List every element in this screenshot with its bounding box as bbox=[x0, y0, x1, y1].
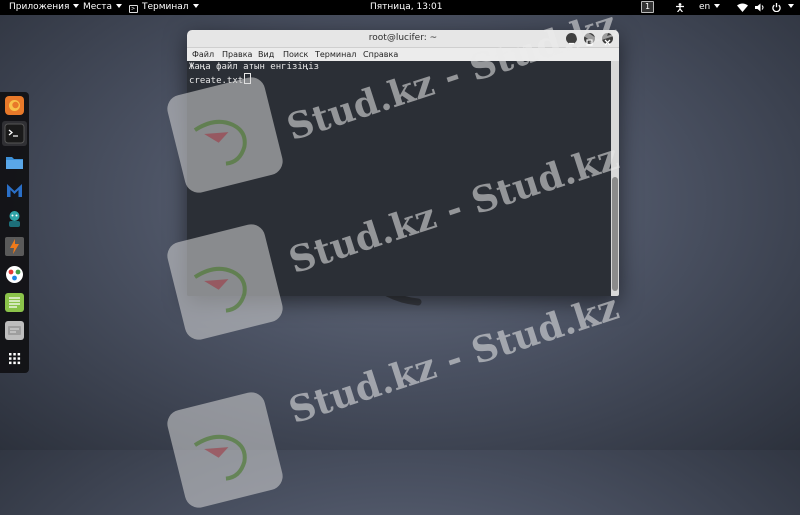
text-cursor bbox=[244, 73, 252, 84]
firefox-icon bbox=[5, 96, 24, 115]
maximize-icon bbox=[586, 39, 593, 46]
language-menu[interactable]: en bbox=[699, 0, 721, 15]
dock-item-metasploit[interactable] bbox=[5, 209, 24, 228]
scrollbar-thumb[interactable] bbox=[612, 177, 618, 291]
burpsuite-icon bbox=[5, 237, 24, 256]
minimize-button[interactable] bbox=[566, 33, 577, 45]
chevron-down-icon bbox=[116, 4, 123, 8]
terminal-icon: > bbox=[129, 5, 138, 13]
language-label: en bbox=[699, 2, 711, 12]
show-applications-icon bbox=[9, 353, 21, 365]
cherrytree-icon bbox=[5, 321, 24, 340]
places-menu[interactable]: Места bbox=[83, 0, 123, 15]
system-menu-chevron[interactable] bbox=[784, 0, 794, 15]
terminal-line: Жаңа файл атын енгізіңіз bbox=[189, 62, 320, 72]
accessibility-icon[interactable] bbox=[675, 3, 685, 18]
menu-search[interactable]: Поиск bbox=[283, 48, 308, 61]
dock bbox=[0, 92, 29, 373]
clock-label: Пятница, 13:01 bbox=[370, 2, 443, 12]
menu-view[interactable]: Вид bbox=[258, 48, 274, 61]
show-applications-button[interactable] bbox=[5, 349, 24, 368]
applications-label: Приложения bbox=[9, 2, 70, 12]
terminal-window[interactable]: root@lucifer: ~ Файл Правка Вид Поиск Те… bbox=[187, 30, 619, 296]
workspace-number: 1 bbox=[641, 1, 655, 13]
close-icon bbox=[604, 39, 611, 46]
terminal-input-line: create.txt bbox=[189, 73, 252, 87]
dock-item-terminal[interactable] bbox=[2, 121, 27, 146]
dock-item-text-editor[interactable] bbox=[5, 293, 24, 312]
dock-item-burpsuite[interactable] bbox=[5, 237, 24, 256]
menu-help[interactable]: Справка bbox=[363, 48, 398, 61]
menu-terminal[interactable]: Терминал bbox=[315, 48, 356, 61]
terminal-icon bbox=[4, 123, 25, 144]
chevron-down-icon bbox=[714, 4, 721, 8]
app-menu-terminal[interactable]: > Терминал bbox=[129, 0, 199, 15]
app-menu-label: Терминал bbox=[142, 2, 189, 12]
menu-edit[interactable]: Правка bbox=[222, 48, 252, 61]
applications-menu[interactable]: Приложения bbox=[9, 0, 80, 15]
minimize-icon bbox=[569, 42, 574, 45]
dock-item-files[interactable] bbox=[5, 153, 24, 172]
wifi-icon[interactable] bbox=[737, 3, 748, 18]
places-label: Места bbox=[83, 2, 113, 12]
dock-item-maltego[interactable] bbox=[5, 181, 24, 200]
maximize-button[interactable] bbox=[584, 33, 595, 46]
terminal-output[interactable]: Жаңа файл атын енгізіңіз create.txt bbox=[187, 61, 611, 296]
dock-item-armitage[interactable] bbox=[5, 265, 24, 284]
armitage-icon bbox=[6, 266, 23, 283]
menu-bar: Файл Правка Вид Поиск Терминал Справка bbox=[187, 48, 619, 61]
metasploit-icon bbox=[9, 211, 20, 227]
title-bar[interactable]: root@lucifer: ~ bbox=[187, 30, 619, 48]
volume-icon[interactable] bbox=[755, 3, 765, 18]
power-icon[interactable] bbox=[772, 3, 781, 18]
dock-item-cherrytree[interactable] bbox=[5, 321, 24, 340]
menu-file[interactable]: Файл bbox=[192, 48, 214, 61]
maltego-icon bbox=[7, 184, 22, 197]
chevron-down-icon bbox=[192, 4, 199, 8]
window-title: root@lucifer: ~ bbox=[368, 33, 438, 43]
chevron-down-icon bbox=[788, 4, 794, 8]
clock[interactable]: Пятница, 13:01 bbox=[370, 0, 442, 15]
workspace-indicator[interactable]: 1 bbox=[641, 0, 655, 15]
text-editor-icon bbox=[5, 293, 24, 312]
terminal-input-text: create.txt bbox=[189, 76, 244, 86]
dock-item-firefox[interactable] bbox=[5, 96, 24, 115]
top-panel: Приложения Места > Терминал Пятница, 13:0… bbox=[0, 0, 800, 15]
scrollbar[interactable] bbox=[611, 61, 619, 296]
close-button[interactable] bbox=[602, 33, 613, 46]
files-icon bbox=[6, 157, 23, 169]
chevron-down-icon bbox=[73, 4, 80, 8]
